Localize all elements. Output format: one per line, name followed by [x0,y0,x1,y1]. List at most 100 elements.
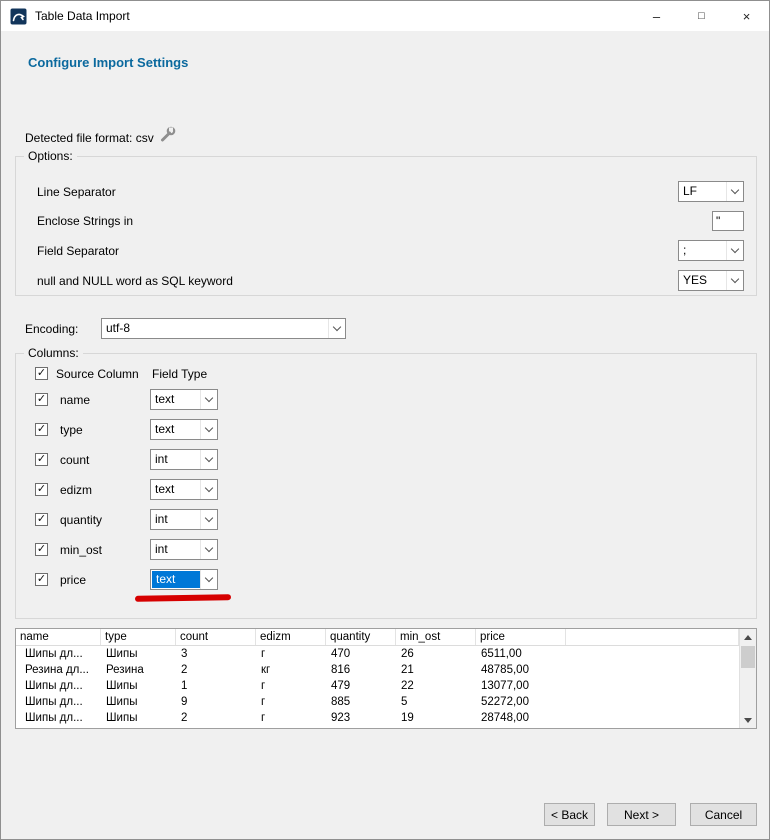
chevron-down-icon [200,420,217,439]
cell-min-ost: 22 [396,678,476,694]
preview-header-price[interactable]: price [476,629,566,645]
minimize-button[interactable]: – [634,1,679,31]
line-separator-label: Line Separator [37,185,116,199]
null-keyword-value: YES [679,271,726,290]
cell-filler [566,678,739,694]
cell-filler [566,694,739,710]
column-name-label: name [60,393,90,407]
preview-header-quantity[interactable]: quantity [326,629,396,645]
cell-min-ost: 26 [396,646,476,662]
cell-count: 3 [176,646,256,662]
chevron-down-icon [726,241,743,260]
wrench-icon[interactable] [159,126,176,143]
cell-type: Шипы [101,694,176,710]
column-row-name: ✓ name text [16,389,756,411]
column-min-ost-type-select[interactable]: int [150,539,218,560]
enclose-strings-input[interactable] [712,211,744,231]
column-type-checkbox[interactable]: ✓ [35,423,48,436]
column-row-min-ost: ✓ min_ost int [16,539,756,561]
cell-filler [566,662,739,678]
table-row[interactable]: Шипы дл... Шипы 2 г 923 19 28748,00 [16,710,739,726]
next-button[interactable]: Next > [607,803,676,826]
cell-edizm: г [256,646,326,662]
column-count-label: count [60,453,89,467]
chevron-down-icon [328,319,345,338]
columns-group-label: Columns: [24,346,83,360]
vertical-scrollbar[interactable] [739,629,756,728]
field-separator-value: ; [679,241,726,260]
preview-header-count[interactable]: count [176,629,256,645]
column-min-ost-checkbox[interactable]: ✓ [35,543,48,556]
cell-quantity: 479 [326,678,396,694]
table-row[interactable]: Шипы дл... Шипы 1 г 479 22 13077,00 [16,678,739,694]
column-price-type-value: text [152,571,200,588]
column-name-type-select[interactable]: text [150,389,218,410]
column-count-type-value: int [151,450,200,469]
column-edizm-type-select[interactable]: text [150,479,218,500]
column-quantity-type-select[interactable]: int [150,509,218,530]
preview-header-row: name type count edizm quantity min_ost p… [16,629,739,646]
scrollbar-thumb[interactable] [741,646,755,668]
preview-header-name[interactable]: name [16,629,101,645]
cell-count: 1 [176,678,256,694]
cell-quantity: 923 [326,710,396,726]
scroll-down-icon[interactable] [740,712,756,728]
column-price-label: price [60,573,86,587]
column-edizm-label: edizm [60,483,92,497]
preview-header-min-ost[interactable]: min_ost [396,629,476,645]
cell-edizm: г [256,678,326,694]
cell-name: Шипы дл... [16,678,101,694]
cell-type: Шипы [101,678,176,694]
cell-name: Шипы дл... [16,694,101,710]
column-quantity-checkbox[interactable]: ✓ [35,513,48,526]
annotation-underline [135,594,231,602]
cell-name: Шипы дл... [16,646,101,662]
cell-type: Шипы [101,710,176,726]
back-button[interactable]: < Back [544,803,595,826]
enclose-strings-label: Enclose Strings in [37,214,133,228]
cell-edizm: г [256,694,326,710]
source-column-select-all-checkbox[interactable]: ✓ [35,367,48,380]
table-row[interactable]: Резина дл... Резина 2 кг 816 21 48785,00 [16,662,739,678]
column-price-checkbox[interactable]: ✓ [35,573,48,586]
null-keyword-select[interactable]: YES [678,270,744,291]
preview-table: name type count edizm quantity min_ost p… [15,628,757,729]
chevron-down-icon [726,182,743,201]
chevron-down-icon [726,271,743,290]
table-row[interactable]: Шипы дл... Шипы 3 г 470 26 6511,00 [16,646,739,662]
chevron-down-icon [200,480,217,499]
cell-price: 28748,00 [476,710,566,726]
column-name-checkbox[interactable]: ✓ [35,393,48,406]
column-count-type-select[interactable]: int [150,449,218,470]
window-title: Table Data Import [35,9,130,23]
field-separator-select[interactable]: ; [678,240,744,261]
options-group-label: Options: [24,149,77,163]
preview-header-edizm[interactable]: edizm [256,629,326,645]
column-price-type-select[interactable]: text [150,569,218,590]
close-button[interactable]: × [724,1,769,31]
column-min-ost-type-value: int [151,540,200,559]
scroll-up-icon[interactable] [740,629,756,645]
cell-price: 52272,00 [476,694,566,710]
preview-header-type[interactable]: type [101,629,176,645]
column-row-price: ✓ price text [16,569,756,591]
field-type-header: Field Type [152,367,207,381]
cell-type: Шипы [101,646,176,662]
cell-count: 9 [176,694,256,710]
encoding-select[interactable]: utf-8 [101,318,346,339]
preview-header-filler [566,629,739,645]
options-group: Options: Line Separator LF Enclose Strin… [15,156,757,296]
minimize-icon: – [653,9,660,24]
field-separator-label: Field Separator [37,244,119,258]
column-edizm-checkbox[interactable]: ✓ [35,483,48,496]
maximize-button[interactable]: □ [679,1,724,31]
column-count-checkbox[interactable]: ✓ [35,453,48,466]
column-type-type-select[interactable]: text [150,419,218,440]
table-row[interactable]: Шипы дл... Шипы 9 г 885 5 52272,00 [16,694,739,710]
line-separator-select[interactable]: LF [678,181,744,202]
table-data-import-window: Table Data Import – □ × Configure Import… [0,0,770,840]
cancel-button[interactable]: Cancel [690,803,757,826]
title-bar: Table Data Import – □ × [1,1,769,31]
column-row-count: ✓ count int [16,449,756,471]
column-row-edizm: ✓ edizm text [16,479,756,501]
